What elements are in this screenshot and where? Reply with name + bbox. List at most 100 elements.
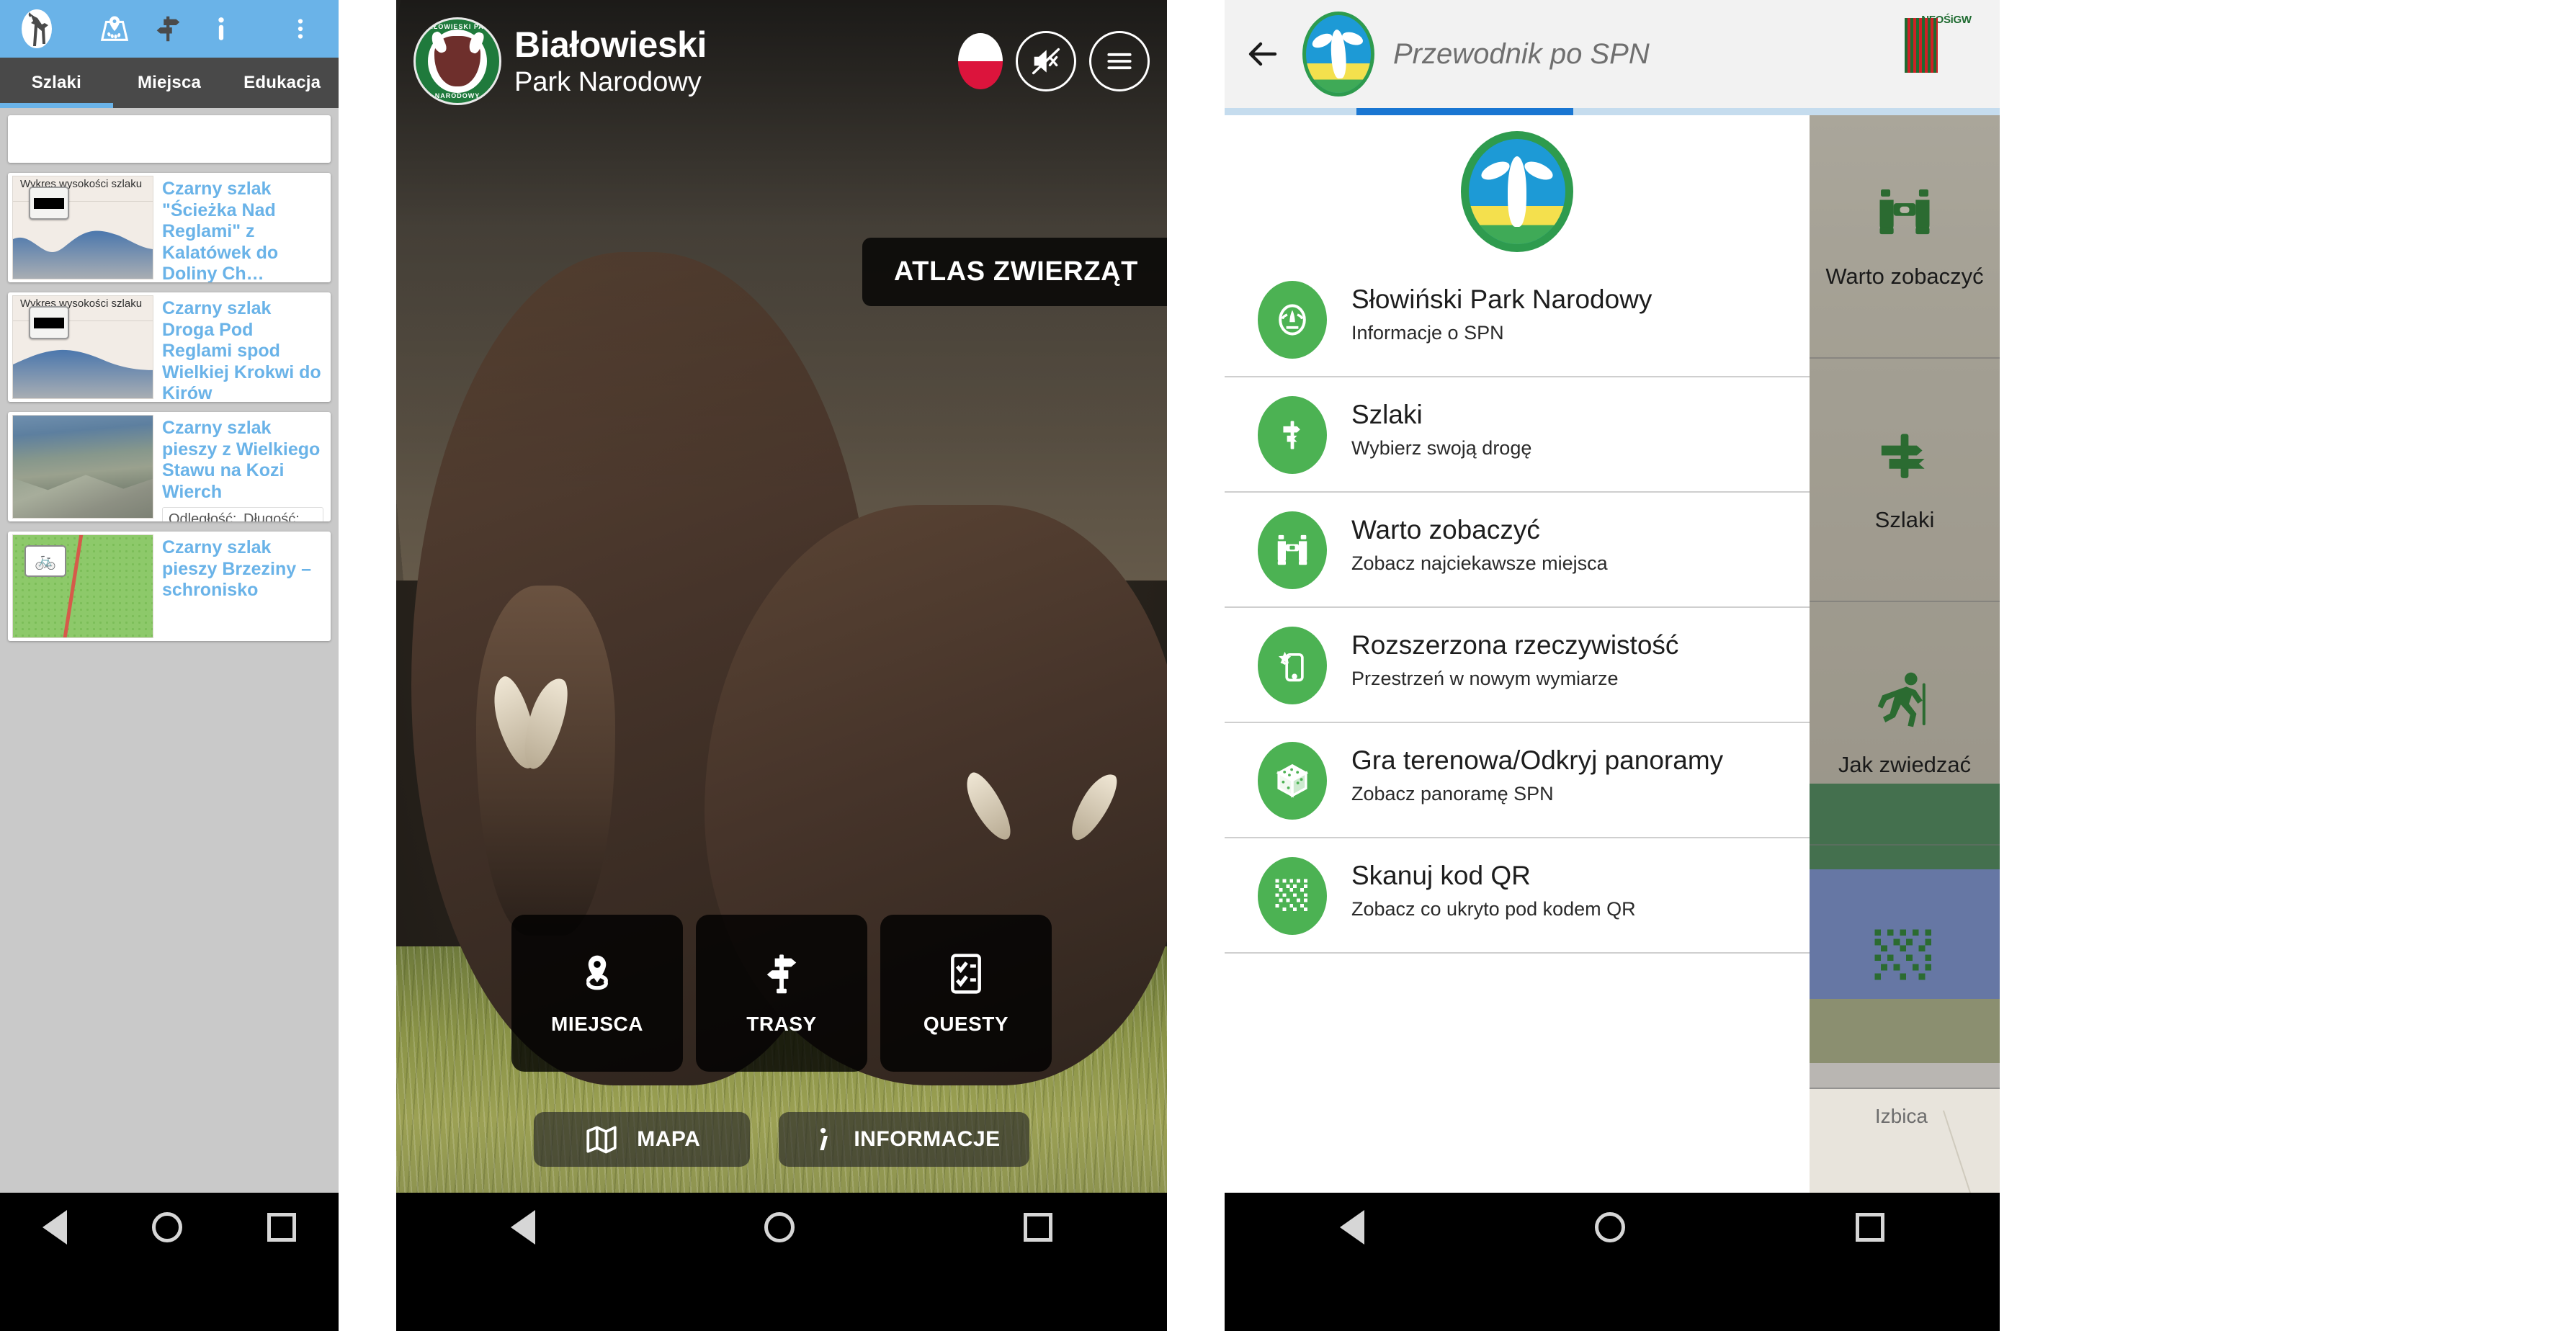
trail-list-item[interactable]: Czarny szlak pieszy z Wielkiego Stawu na… [8, 412, 331, 521]
android-navigation-bar [0, 1193, 339, 1262]
length-label: Długość: [243, 511, 300, 521]
side-item-szlaki[interactable]: Szlaki [1810, 359, 2000, 602]
recents-square-icon[interactable] [1024, 1213, 1052, 1242]
tab-edukacja[interactable]: Edukacja [225, 58, 339, 108]
trail-photo-thumbnail [12, 415, 153, 519]
bottom-button-row: MAPA INFORMACJE [396, 1112, 1167, 1167]
trail-list-item[interactable]: Wykres wysokości szlaku Czarny szlak "Śc… [8, 173, 331, 282]
menu-item-ar[interactable]: Rozszerzona rzeczywistość Przestrzeń w n… [1225, 608, 1810, 723]
polish-flag-icon[interactable] [958, 33, 1003, 89]
qr-code-icon [1865, 926, 1944, 992]
tab-progress-strip [1225, 108, 2000, 115]
trail-distance: Odległość: 5781 km [169, 511, 243, 521]
tab-szlaki[interactable]: Szlaki [0, 58, 113, 108]
trail-list[interactable]: Wykres wysokości szlaku Czarny szlak "Śc… [0, 108, 339, 1193]
info-icon[interactable] [194, 0, 248, 58]
menu-item-title: Szlaki [1351, 400, 1423, 429]
content-area: Izbica Słowiński Park Narodowy Informacj… [1225, 115, 2000, 1193]
signpost-icon[interactable] [141, 0, 194, 58]
binoculars-icon [1258, 511, 1327, 589]
checklist-icon [943, 951, 989, 997]
mapa-button[interactable]: MAPA [534, 1112, 751, 1167]
atlas-zwierzat-button[interactable]: ATLAS ZWIERZĄT [862, 238, 1167, 306]
menu-item-subtitle: Przestrzeń w nowym wymiarze [1351, 667, 1619, 689]
trail-list-item[interactable]: 🚲 Czarny szlak pieszy Brzeziny – schroni… [8, 532, 331, 641]
menu-panel: Słowiński Park Narodowy Informacje o SPN [1225, 115, 1810, 1193]
side-item-label: Warto zobaczyć [1825, 264, 1984, 290]
tab-miejsca[interactable]: Miejsca [113, 58, 226, 108]
recents-square-icon[interactable] [1856, 1213, 1884, 1242]
side-item-label: Jak zwiedzać [1838, 752, 1972, 778]
home-circle-icon[interactable] [152, 1212, 182, 1242]
menu-item-subtitle: Wybierz swoją drogę [1351, 436, 1532, 459]
screen-tatra-trails: Szlaki Miejsca Edukacja Wykres wysokości… [0, 0, 339, 1262]
informacje-label: INFORMACJE [854, 1127, 1001, 1151]
trail-marker-badge [29, 187, 69, 220]
search-input[interactable] [8, 115, 331, 163]
phone-panel-tatra-trails: Szlaki Miejsca Edukacja Wykres wysokości… [0, 0, 339, 1331]
menu-item-szlaki[interactable]: Szlaki Wybierz swoją drogę [1225, 377, 1810, 493]
info-icon [808, 1121, 836, 1157]
mapa-label: MAPA [637, 1127, 701, 1151]
distance-label: Odległość: [169, 511, 237, 521]
side-item-qr[interactable] [1810, 846, 2000, 1089]
sound-off-icon[interactable] [1016, 31, 1076, 91]
overflow-menu-icon[interactable] [274, 0, 327, 58]
bicycle-icon: 🚲 [24, 545, 66, 577]
elevation-chart-thumbnail: Wykres wysokości szlaku [12, 295, 153, 399]
menu-item-gra-terenowa[interactable]: Gra terenowa/Odkryj panoramy Zobacz pano… [1225, 723, 1810, 838]
app-title-line1: Białowieski [514, 24, 707, 65]
tile-trasy[interactable]: TRASY [696, 915, 867, 1072]
map-pin-icon [574, 951, 620, 997]
qr-code-icon [1258, 857, 1327, 935]
side-item-warto-zobaczyc[interactable]: Warto zobaczyć [1810, 115, 2000, 359]
menu-item-title: Rozszerzona rzeczywistość [1351, 630, 1679, 660]
menu-item-subtitle: Zobacz panoramę SPN [1351, 782, 1554, 805]
home-circle-icon[interactable] [764, 1212, 795, 1242]
trail-title: Czarny szlak "Ścieżka Nad Reglami" z Kal… [162, 179, 279, 282]
arrow-left-icon[interactable] [1243, 37, 1284, 71]
app-title-line2: Park Narodowy [514, 67, 702, 97]
menu-item-subtitle: Zobacz co ukryto pod kodem QR [1351, 897, 1636, 920]
main-tiles: MIEJSCA TRASY QUESTY [396, 915, 1167, 1072]
menu-item-title: Słowiński Park Narodowy [1351, 284, 1653, 314]
android-navigation-bar [396, 1193, 1167, 1262]
tab-active-indicator [0, 103, 113, 108]
menu-item-skanuj-qr[interactable]: Skanuj kod QR Zobacz co ukryto pod kodem… [1225, 838, 1810, 954]
menu-item-title: Warto zobaczyć [1351, 515, 1540, 544]
android-navigation-bar [1225, 1193, 2000, 1262]
tile-questy[interactable]: QUESTY [880, 915, 1052, 1072]
side-item-jak-zwiedzac[interactable]: Jak zwiedzać [1810, 602, 2000, 846]
informacje-button[interactable]: INFORMACJE [779, 1112, 1029, 1167]
trail-map-thumbnail: 🚲 [12, 534, 153, 638]
back-triangle-icon[interactable] [43, 1210, 67, 1245]
recents-square-icon[interactable] [267, 1213, 296, 1242]
trail-list-item[interactable]: Wykres wysokości szlaku Czarny szlak Dro… [8, 292, 331, 402]
screen-bialowieski-home: BIAŁOWIESKI PARK NARODOWY Białowieski Pa… [396, 0, 1167, 1262]
map-pin-icon[interactable] [88, 0, 141, 58]
app-header: BIAŁOWIESKI PARK NARODOWY Białowieski Pa… [396, 0, 1167, 122]
tile-miejsca[interactable]: MIEJSCA [511, 915, 683, 1072]
ar-phone-icon [1258, 627, 1327, 704]
app-bar [0, 0, 339, 58]
menu-item-warto-zobaczyc[interactable]: Warto zobaczyć Zobacz najciekawsze miejs… [1225, 493, 1810, 608]
back-triangle-icon[interactable] [511, 1210, 535, 1245]
side-item-label: Szlaki [1874, 507, 1935, 533]
screen-spn-guide: Przewodnik po SPN NFOŚiGW Izbica Słowińs… [1225, 0, 2000, 1262]
park-logo-large [1225, 115, 1810, 262]
app-header: Przewodnik po SPN NFOŚiGW [1225, 0, 2000, 108]
side-shortcut-bar: Warto zobaczyć Szlaki Jak zwiedzać [1810, 115, 2000, 1193]
elevation-chart-thumbnail: Wykres wysokości szlaku [12, 176, 153, 279]
menu-item-title: Gra terenowa/Odkryj panoramy [1351, 745, 1724, 775]
hamburger-menu-icon[interactable] [1089, 31, 1150, 91]
signpost-icon [1258, 396, 1327, 474]
home-circle-icon[interactable] [1595, 1212, 1625, 1242]
nfosigw-logo-icon: NFOŚiGW [1912, 14, 1981, 94]
trail-marker-badge [29, 306, 69, 339]
trail-stats: Odległość: 5781 km Długość: 1,3 km [162, 507, 323, 521]
map-icon [583, 1121, 620, 1157]
park-badge-icon [1258, 281, 1327, 359]
menu-item-park-info[interactable]: Słowiński Park Narodowy Informacje o SPN [1225, 262, 1810, 377]
back-triangle-icon[interactable] [1340, 1210, 1364, 1245]
menu-item-subtitle: Informacje o SPN [1351, 321, 1504, 344]
